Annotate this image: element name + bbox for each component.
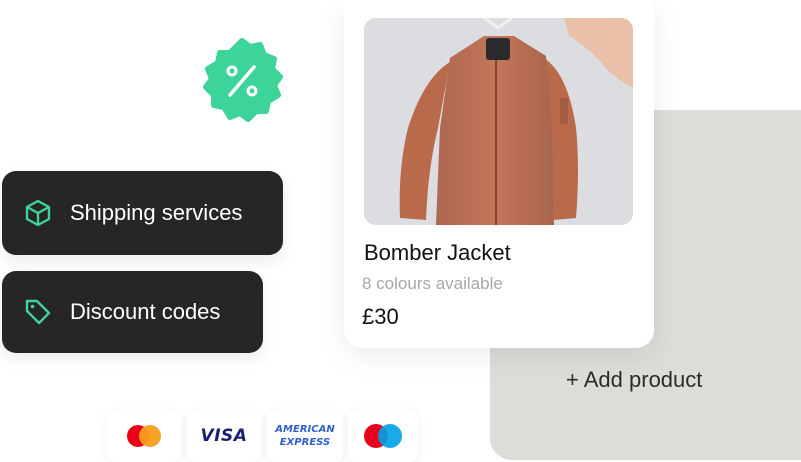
shipping-services-pill[interactable]: Shipping services	[2, 171, 283, 255]
maestro-icon	[364, 424, 402, 448]
shipping-services-label: Shipping services	[70, 200, 243, 225]
jacket-image	[364, 18, 633, 225]
amex-line1: AMERICAN	[275, 424, 335, 435]
mastercard-card	[107, 410, 181, 462]
box-icon	[25, 199, 51, 227]
add-product-label[interactable]: + Add product	[566, 367, 702, 393]
amex-logo: AMERICAN EXPRESS	[275, 423, 334, 449]
discount-codes-pill[interactable]: Discount codes	[2, 271, 263, 353]
tag-icon	[25, 299, 51, 325]
product-price: £30	[362, 304, 399, 329]
discount-codes-label: Discount codes	[70, 299, 221, 324]
product-name: Bomber Jacket	[364, 240, 511, 265]
visa-logo: VISA	[200, 426, 248, 446]
product-colours: 8 colours available	[362, 274, 503, 293]
maestro-card	[348, 410, 418, 462]
visa-card: VISA	[187, 410, 261, 462]
amex-card: AMERICAN EXPRESS	[267, 410, 343, 462]
percent-badge-icon	[198, 37, 286, 125]
amex-line2: EXPRESS	[279, 437, 331, 448]
mastercard-icon	[127, 425, 161, 447]
